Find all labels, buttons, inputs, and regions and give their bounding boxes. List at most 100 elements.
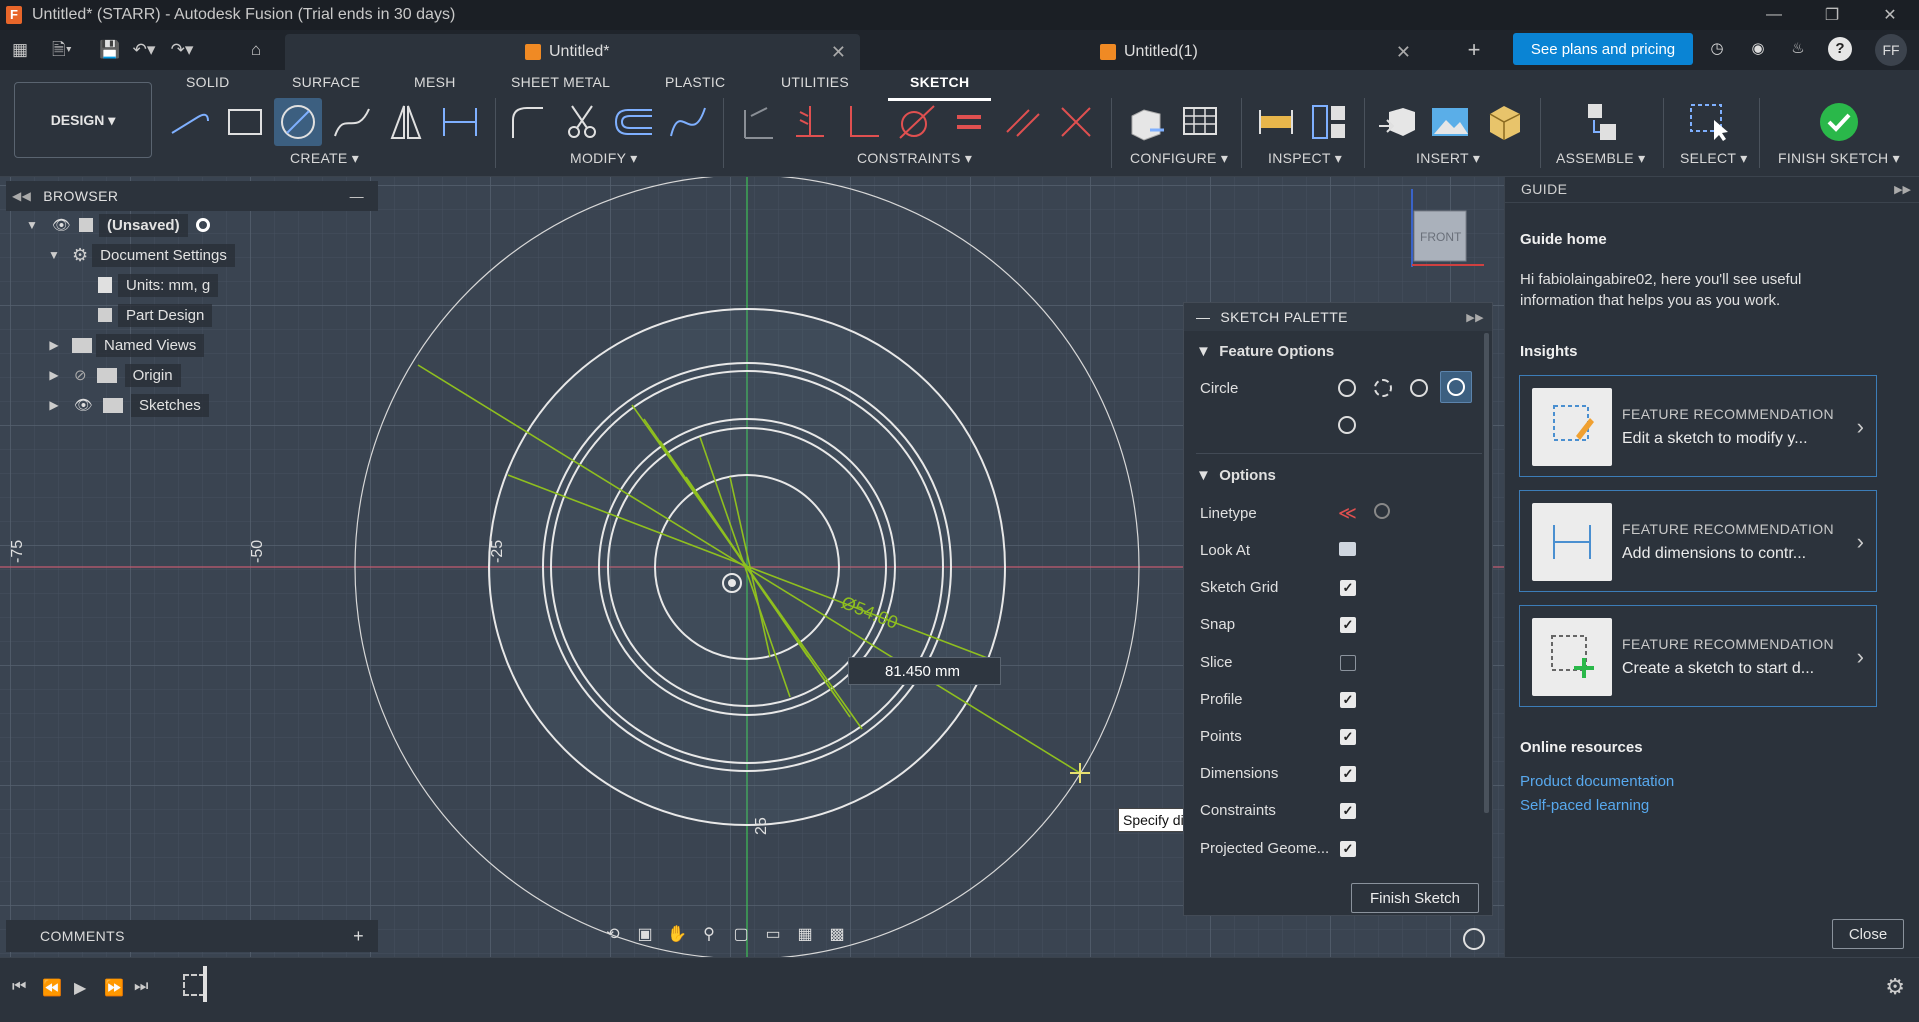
insert-image-icon[interactable] (1426, 98, 1474, 146)
modify-menu[interactable]: MODIFY ▾ (570, 150, 638, 167)
workspace-design-button[interactable]: DESIGN ▾ (14, 82, 152, 158)
recommendation-card[interactable]: FEATURE RECOMMENDATION Create a sketch t… (1519, 605, 1877, 707)
orbit-icon[interactable]: ⟲ (600, 922, 626, 948)
help-icon[interactable]: ? (1828, 37, 1852, 61)
dimensions-checkbox[interactable]: ✓ (1340, 766, 1356, 782)
chevron-right-icon[interactable]: ▶ (46, 338, 62, 352)
step-back-icon[interactable]: ⏪ (42, 978, 62, 998)
interference-icon[interactable] (1305, 98, 1353, 146)
redo-icon[interactable]: ↷▾ (170, 38, 194, 62)
configure-table-icon[interactable] (1176, 98, 1224, 146)
assemble-menu[interactable]: ASSEMBLE ▾ (1556, 150, 1645, 167)
fillet-tool-icon[interactable] (503, 98, 551, 146)
add-comment-icon[interactable]: + (353, 926, 364, 947)
eye-icon[interactable]: 👁 (52, 216, 71, 234)
product-documentation-link[interactable]: Product documentation (1520, 773, 1674, 790)
recommendation-card[interactable]: FEATURE RECOMMENDATION Add dimensions to… (1519, 490, 1877, 592)
tab-untitled-1[interactable]: Untitled(1) ✕ (860, 34, 1425, 70)
select-menu[interactable]: SELECT ▾ (1680, 150, 1748, 167)
extensions-icon[interactable]: ◉ (1746, 37, 1770, 61)
collapse-panel-icon[interactable]: ◀◀ (12, 189, 31, 203)
browser-panel-header[interactable]: ◀◀ BROWSER — (6, 181, 378, 211)
pan-hand-icon[interactable]: ✋ (664, 922, 690, 948)
see-plans-button[interactable]: See plans and pricing (1513, 33, 1693, 65)
fix-constraint-icon[interactable] (733, 98, 781, 146)
skip-end-icon[interactable]: ⏭ (134, 978, 148, 996)
circle-tool-icon[interactable] (274, 98, 322, 146)
parallel-constraint-icon[interactable] (999, 98, 1047, 146)
finish-sketch-button[interactable]: Finish Sketch (1351, 883, 1479, 913)
configure-menu[interactable]: CONFIGURE ▾ (1130, 150, 1228, 167)
rectangle-tool-icon[interactable] (221, 98, 269, 146)
restore-button[interactable]: ❐ (1803, 0, 1861, 30)
display-settings-icon[interactable]: ▭ (760, 922, 786, 948)
tab-untitled[interactable]: Untitled* ✕ (285, 34, 860, 70)
coincident-constraint-icon[interactable] (1052, 98, 1100, 146)
play-icon[interactable]: ▶ (74, 978, 86, 998)
grid-settings-icon[interactable]: ▦ (792, 922, 818, 948)
three-point-circle-icon[interactable] (1410, 379, 1428, 397)
two-point-circle-icon[interactable] (1374, 379, 1392, 397)
collapse-guide-icon[interactable]: ▶▶ (1894, 183, 1911, 196)
tree-item-part-design[interactable]: Part Design (98, 301, 213, 329)
horizontal-constraint-icon[interactable] (839, 98, 887, 146)
save-icon[interactable]: 💾 (98, 38, 122, 62)
tree-item-document-settings[interactable]: ▼ ⚙ Document Settings (46, 241, 235, 269)
avatar[interactable]: FF (1875, 34, 1907, 66)
skip-start-icon[interactable]: ⏮ (12, 978, 26, 996)
measure-ruler-icon[interactable] (1252, 98, 1300, 146)
chevron-down-icon[interactable]: ▼ (46, 248, 62, 262)
sketch-grid-checkbox[interactable]: ✓ (1340, 580, 1356, 596)
dimension-input[interactable]: 81.450 mm (848, 657, 1001, 685)
tab-sketch[interactable]: SKETCH (887, 74, 992, 101)
spline-tool-icon[interactable] (328, 98, 376, 146)
chevron-right-icon[interactable]: ▶ (46, 398, 62, 412)
data-panel-grid-icon[interactable]: ▦ (8, 38, 32, 62)
notifications-bell-icon[interactable]: ♨ (1786, 37, 1810, 61)
expand-palette-icon[interactable]: ▶▶ (1466, 311, 1484, 324)
finish-sketch-menu[interactable]: FINISH SKETCH ▾ (1778, 150, 1900, 167)
construction-linetype-icon[interactable]: ≪ (1338, 503, 1357, 524)
chevron-right-icon[interactable]: ▶ (46, 368, 62, 382)
trim-scissors-icon[interactable] (558, 98, 606, 146)
zoom-icon[interactable]: ⚲ (696, 922, 722, 948)
profile-checkbox[interactable]: ✓ (1340, 692, 1356, 708)
points-checkbox[interactable]: ✓ (1340, 729, 1356, 745)
eye-icon[interactable]: 👁 (74, 396, 93, 414)
eye-hidden-icon[interactable]: ⊘ (74, 366, 87, 384)
mirror-tool-icon[interactable] (382, 98, 430, 146)
center-circle-icon[interactable] (1338, 379, 1356, 397)
close-tab-icon[interactable]: ✕ (1396, 42, 1411, 63)
configure-box-icon[interactable] (1122, 98, 1170, 146)
curve-tool-icon[interactable] (664, 98, 712, 146)
close-guide-button[interactable]: Close (1832, 919, 1904, 949)
select-box-icon[interactable] (1686, 98, 1734, 146)
dimension-tool-icon[interactable] (436, 98, 484, 146)
undo-icon[interactable]: ↶▾ (132, 38, 156, 62)
tab-sheet-metal[interactable]: SHEET METAL (511, 74, 610, 90)
line-tool-icon[interactable] (166, 98, 214, 146)
options-section[interactable]: ▼ Options (1196, 467, 1276, 484)
centerline-linetype-icon[interactable] (1374, 503, 1390, 519)
tab-solid[interactable]: SOLID (186, 74, 230, 90)
feature-options-section[interactable]: ▼ Feature Options (1196, 343, 1334, 360)
job-status-icon[interactable]: ◷ (1705, 37, 1729, 61)
projected-geometries-checkbox[interactable]: ✓ (1340, 841, 1356, 857)
slice-checkbox[interactable] (1340, 655, 1356, 671)
tangent-constraint-icon[interactable] (892, 98, 940, 146)
tree-item-sketches[interactable]: ▶ 👁 Sketches (46, 391, 209, 419)
timeline-sketch-icon[interactable] (183, 974, 205, 996)
timeline-settings-gear-icon[interactable]: ⚙ (1885, 974, 1905, 1000)
tab-mesh[interactable]: MESH (414, 74, 456, 90)
perpendicular-constraint-icon[interactable] (786, 98, 834, 146)
tab-utilities[interactable]: UTILITIES (781, 74, 849, 90)
insert-derive-icon[interactable] (1373, 98, 1421, 146)
tab-plastic[interactable]: PLASTIC (665, 74, 725, 90)
look-at-icon[interactable] (1339, 542, 1356, 556)
self-paced-learning-link[interactable]: Self-paced learning (1520, 797, 1649, 814)
finish-sketch-check-icon[interactable] (1815, 98, 1863, 146)
offset-tool-icon[interactable] (610, 98, 658, 146)
snap-checkbox[interactable]: ✓ (1340, 617, 1356, 633)
insert-mesh-icon[interactable] (1480, 98, 1528, 146)
tree-item-named-views[interactable]: ▶ Named Views (46, 331, 205, 359)
